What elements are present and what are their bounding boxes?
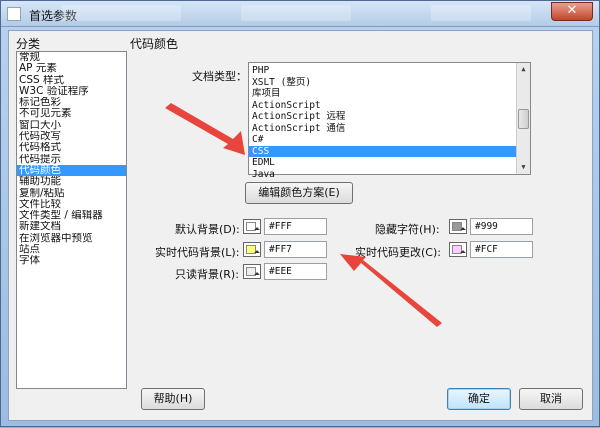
category-item[interactable]: 标记色彩 <box>17 97 126 108</box>
readonly-bg-input[interactable]: #EEE <box>264 263 327 280</box>
category-item[interactable]: 窗口大小 <box>17 120 126 131</box>
doc-type-item[interactable]: PHP <box>249 65 517 77</box>
live-code-bg-swatch[interactable] <box>243 242 261 257</box>
category-item[interactable]: 不可见元素 <box>17 108 126 119</box>
category-item[interactable]: 字体 <box>17 255 126 266</box>
category-item[interactable]: 代码改写 <box>17 131 126 142</box>
default-bg-input[interactable]: #FFF <box>264 218 327 235</box>
category-item[interactable]: 在浏览器中预览 <box>17 233 126 244</box>
default-bg-swatch[interactable] <box>243 219 261 234</box>
preferences-dialog: 首选参数 ✕ 分类 常规 AP 元素 CSS 样式 W3C 验证程序 标记色彩 不可见元素… <box>0 0 600 427</box>
ok-button[interactable]: 确定 <box>447 388 511 410</box>
category-item[interactable]: CSS 样式 <box>17 75 126 86</box>
doc-type-item[interactable]: EDML <box>249 157 517 169</box>
dropdown-arrow-icon <box>254 227 260 233</box>
hidden-chars-label: 隐藏字符(H): <box>375 223 440 236</box>
category-item[interactable]: 文件类型 / 编辑器 <box>17 210 126 221</box>
scroll-thumb[interactable] <box>518 109 529 129</box>
scroll-down-arrow-icon[interactable]: ▼ <box>517 161 530 174</box>
doc-type-item[interactable]: 库项目 <box>249 88 517 100</box>
scroll-up-arrow-icon[interactable]: ▲ <box>517 63 530 76</box>
cancel-button[interactable]: 取消 <box>519 388 583 410</box>
close-button[interactable]: ✕ <box>551 2 593 21</box>
live-code-changes-input[interactable]: #FCF <box>470 241 533 258</box>
close-icon: ✕ <box>566 3 578 18</box>
app-icon <box>7 7 21 21</box>
category-list[interactable]: 常规 AP 元素 CSS 样式 W3C 验证程序 标记色彩 不可见元素 窗口大小 代码改写 代码… <box>16 51 127 389</box>
live-code-changes-swatch[interactable] <box>449 242 467 257</box>
category-item[interactable]: W3C 验证程序 <box>17 86 126 97</box>
category-item[interactable]: 代码提示 <box>17 154 126 165</box>
hidden-chars-input[interactable]: #999 <box>470 218 533 235</box>
edit-color-scheme-button[interactable]: 编辑颜色方案(E) <box>245 182 353 204</box>
category-item[interactable]: 常规 <box>17 52 126 63</box>
live-code-changes-label: 实时代码更改(C): <box>355 246 441 259</box>
doc-type-item[interactable]: XSLT (整页) <box>249 77 517 89</box>
doc-type-item[interactable]: C# <box>249 134 517 146</box>
doc-type-item[interactable]: ActionScript 远程 <box>249 111 517 123</box>
category-item[interactable]: 站点 <box>17 244 126 255</box>
category-item[interactable]: 新建文档 <box>17 221 126 232</box>
dropdown-arrow-icon <box>254 272 260 278</box>
help-button[interactable]: 帮助(H) <box>141 388 205 410</box>
live-code-bg-input[interactable]: #FF7 <box>264 241 327 258</box>
category-item[interactable]: 代码格式 <box>17 142 126 153</box>
readonly-bg-swatch[interactable] <box>243 264 261 279</box>
doc-type-item[interactable]: CSS <box>249 145 517 157</box>
default-bg-label: 默认背景(D): <box>175 223 240 236</box>
category-item[interactable]: AP 元素 <box>17 63 126 74</box>
hidden-chars-swatch[interactable] <box>449 219 467 234</box>
category-header: 分类 <box>16 37 41 51</box>
title-bar[interactable]: 首选参数 ✕ <box>1 1 599 27</box>
dropdown-arrow-icon <box>254 250 260 256</box>
doc-type-items: PHP XSLT (整页) 库项目 ActionScript ActionScript … <box>249 65 517 180</box>
doc-type-list[interactable]: PHP XSLT (整页) 库项目 ActionScript ActionScript … <box>248 62 531 180</box>
panel-title: 代码颜色 <box>130 37 179 51</box>
category-item[interactable]: 代码颜色 <box>17 164 126 177</box>
dropdown-arrow-icon <box>460 250 466 256</box>
background-window-ghost <box>431 5 531 21</box>
category-item[interactable]: 辅助功能 <box>17 176 126 187</box>
dialog-body: 分类 常规 AP 元素 CSS 样式 W3C 验证程序 标记色彩 不可见元素 窗口大小 代码改… <box>8 30 593 421</box>
doc-type-item[interactable]: ActionScript 通信 <box>249 123 517 135</box>
category-item[interactable]: 复制/粘贴 <box>17 188 126 199</box>
dropdown-arrow-icon <box>460 227 466 233</box>
background-window-ghost <box>61 5 181 21</box>
live-code-bg-label: 实时代码背景(L): <box>155 246 240 259</box>
category-item[interactable]: 文件比较 <box>17 199 126 210</box>
readonly-bg-label: 只读背景(R): <box>175 268 239 281</box>
background-window-ghost <box>241 5 351 21</box>
doc-type-label: 文档类型： <box>192 70 247 83</box>
doc-type-item[interactable]: Java <box>249 169 517 181</box>
doc-type-scrollbar[interactable]: ▲ ▼ <box>516 63 530 174</box>
doc-type-item[interactable]: ActionScript <box>249 100 517 112</box>
